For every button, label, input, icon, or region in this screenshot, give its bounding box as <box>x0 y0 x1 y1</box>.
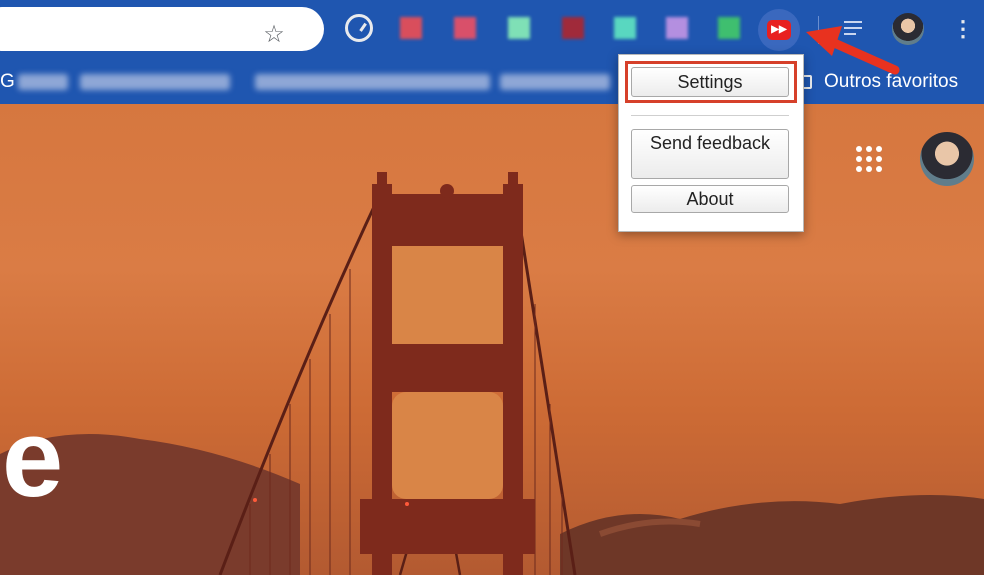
about-button[interactable]: About <box>631 185 789 213</box>
golden-gate-bridge-photo <box>0 172 984 575</box>
blurred-extension-3[interactable] <box>504 13 534 43</box>
tower-upper-window <box>392 246 503 344</box>
tower-lower-window <box>392 392 503 499</box>
blurred-extension-7[interactable] <box>714 13 744 43</box>
settings-button[interactable]: Settings <box>631 67 789 97</box>
blurred-bookmark-1[interactable] <box>18 74 68 90</box>
search-logo-fragment: e <box>2 397 64 520</box>
star-outline-icon[interactable]: ☆ <box>260 21 288 49</box>
kebab-menu-icon[interactable]: ⋮ <box>952 14 974 44</box>
apps-grid-icon[interactable] <box>856 146 884 174</box>
blurred-bookmark-4[interactable] <box>500 74 610 90</box>
blurred-extension-2[interactable] <box>450 13 480 43</box>
bookmark-first-letter[interactable]: G <box>0 72 15 92</box>
bookmarks-bar: G Outros favoritos <box>0 60 984 104</box>
address-bar[interactable]: ☆ <box>0 7 324 51</box>
media-queue-icon[interactable] <box>842 16 868 42</box>
extension-popup-menu: Settings Send feedback About <box>618 54 804 232</box>
blurred-extension-5[interactable] <box>610 13 640 43</box>
blurred-extension-4[interactable] <box>558 13 588 43</box>
bridge-tower <box>360 172 535 575</box>
popup-divider <box>631 115 789 116</box>
blurred-extension-1[interactable] <box>396 13 426 43</box>
toolbar-divider <box>818 16 819 44</box>
fast-forward-icon: ▶▶ <box>767 20 791 40</box>
speedometer-icon[interactable] <box>345 14 373 42</box>
fast-forward-extension-button[interactable]: ▶▶ <box>758 9 800 51</box>
bridge-light-2 <box>405 502 409 506</box>
blurred-bookmark-2[interactable] <box>80 74 230 90</box>
other-bookmarks-folder[interactable]: Outros favoritos <box>824 72 958 92</box>
blurred-extension-6[interactable] <box>662 13 692 43</box>
send-feedback-button[interactable]: Send feedback <box>631 129 789 179</box>
browser-toolbar: ☆ ▶▶ ⋮ <box>0 0 984 60</box>
ntp-account-avatar[interactable] <box>920 132 974 186</box>
right-hills <box>560 495 984 575</box>
blurred-bookmark-3[interactable] <box>255 74 490 90</box>
new-tab-page-background: s e <box>0 104 984 575</box>
bridge-light-1 <box>253 498 257 502</box>
profile-avatar[interactable] <box>892 13 924 45</box>
